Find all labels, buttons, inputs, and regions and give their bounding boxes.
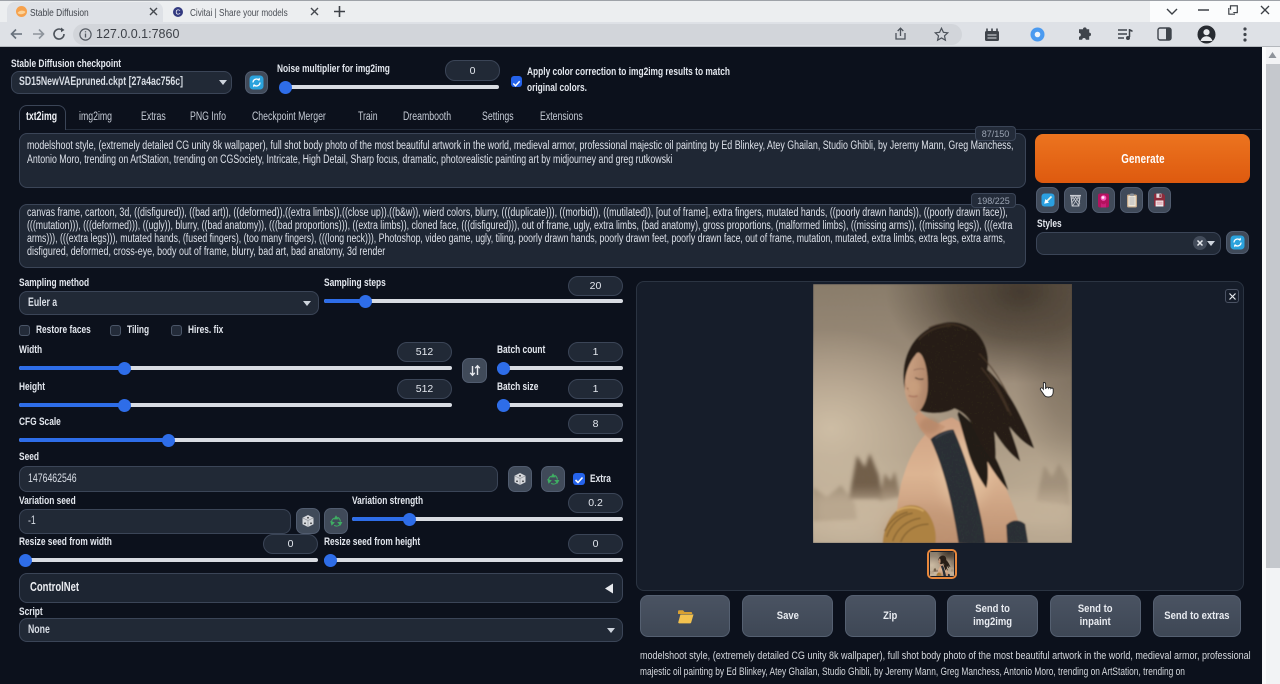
svg-text:C: C bbox=[175, 10, 180, 17]
